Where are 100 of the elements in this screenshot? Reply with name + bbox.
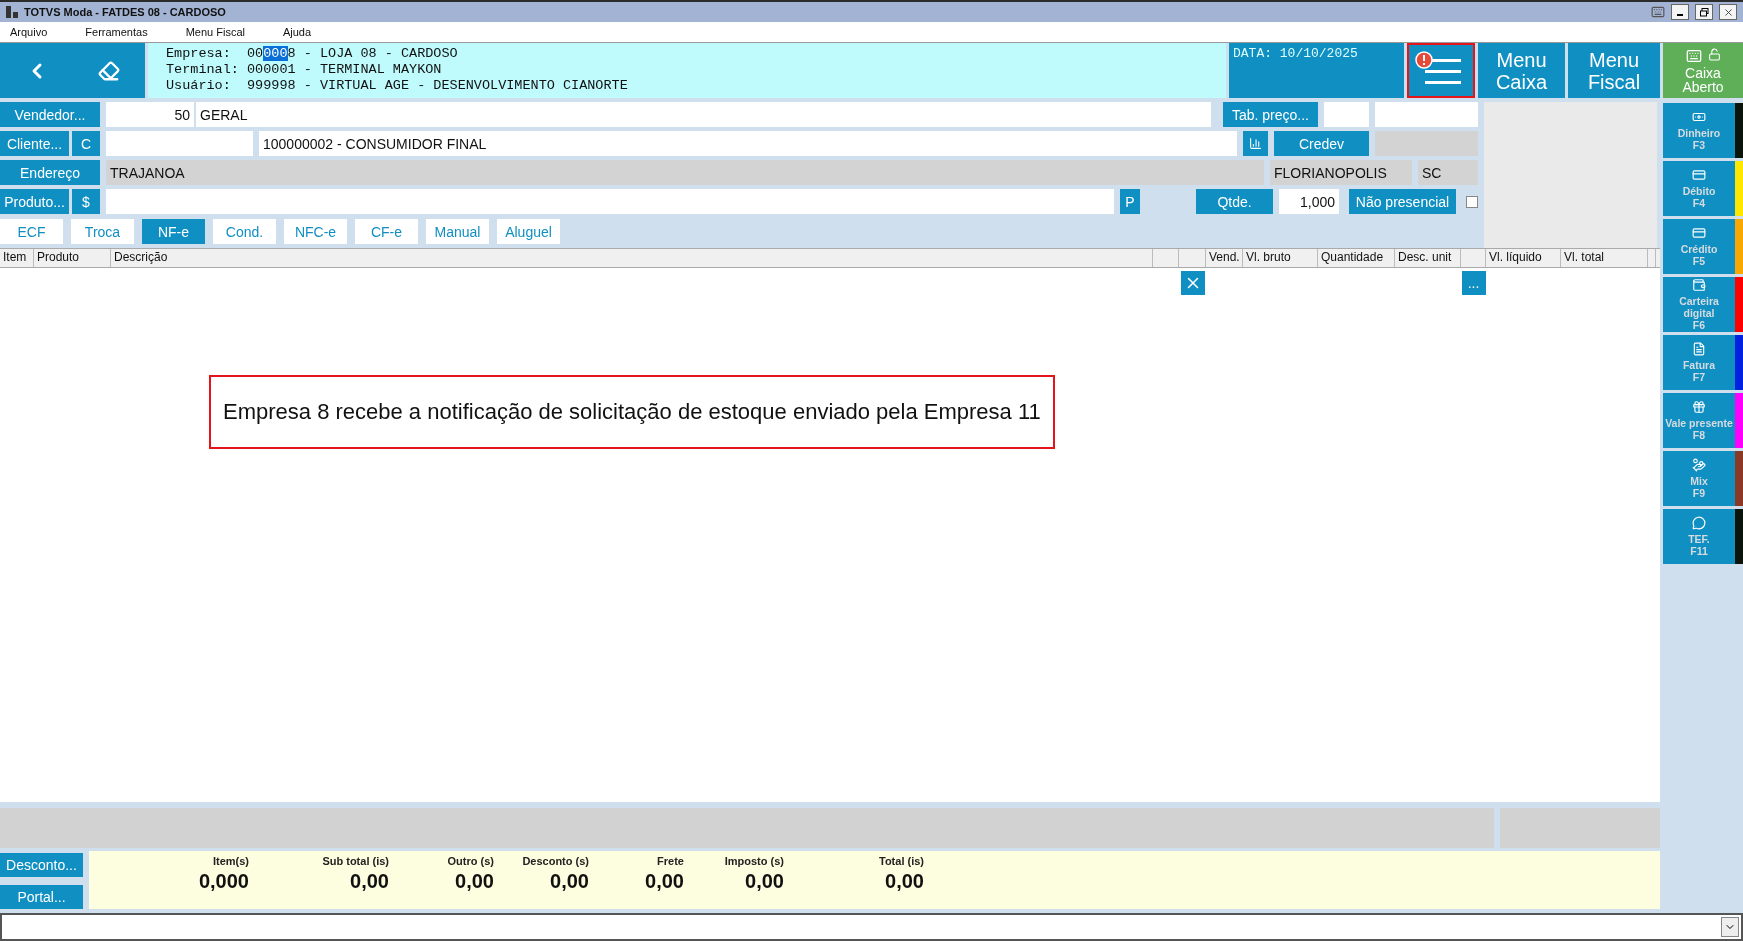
input-field[interactable] — [1375, 102, 1478, 127]
payment-button[interactable]: Crédito F5 — [1663, 219, 1743, 274]
keyboard-icon[interactable] — [1651, 5, 1665, 19]
lock-icon — [1707, 47, 1721, 61]
card-icon — [1692, 226, 1706, 240]
total-value: 0,00 — [350, 870, 389, 893]
minimize-button[interactable] — [1671, 4, 1689, 20]
total-label: Outro (s) — [447, 855, 494, 867]
payment-button[interactable]: Dinheiro F3 — [1663, 103, 1743, 158]
tab[interactable]: NFC-e — [284, 219, 347, 244]
tab[interactable]: NF-e — [142, 219, 205, 244]
payment-label: Carteira digital — [1678, 295, 1720, 319]
tab[interactable]: ECF — [0, 219, 63, 244]
total-value: 0,00 — [550, 870, 589, 893]
column-header: Descrição — [111, 249, 1153, 267]
shortcut-key: F11 — [1690, 545, 1708, 557]
payment-label: TEF. — [1688, 533, 1710, 545]
shortcut-key: F8 — [1692, 429, 1706, 441]
close-button[interactable] — [1719, 4, 1737, 20]
status-field[interactable] — [0, 913, 1743, 941]
input-field[interactable] — [1375, 131, 1478, 156]
search-button[interactable]: P — [1120, 189, 1140, 214]
app-icon — [6, 6, 18, 18]
menu-item[interactable]: Menu Fiscal — [185, 26, 245, 38]
menu-item[interactable]: Ajuda — [282, 26, 312, 38]
banknote-icon — [1692, 110, 1706, 124]
input-field[interactable]: GERAL — [196, 102, 1211, 127]
input-field[interactable]: 50 — [106, 102, 194, 127]
address-button[interactable]: Endereço — [0, 160, 100, 185]
tab[interactable]: Troca — [71, 219, 134, 244]
footer-button[interactable]: Portal... — [0, 885, 83, 909]
shortcut-key: F7 — [1692, 371, 1706, 383]
column-header: Desc. unit — [1395, 249, 1461, 267]
city-field[interactable]: FLORIANOPOLIS — [1270, 160, 1412, 185]
tab[interactable]: Aluguel — [497, 219, 560, 244]
remove-button[interactable] — [1180, 271, 1205, 295]
eraser-icon[interactable] — [98, 59, 121, 82]
footer-button[interactable]: Desconto... — [0, 853, 83, 877]
date-label: DATA: 10/10/2025 — [1229, 43, 1404, 98]
payment-button[interactable]: Vale presente F8 — [1663, 393, 1743, 448]
remote-sale-button[interactable]: Não presencial — [1349, 189, 1456, 214]
info-line: Empresa: 000008 - LOJA 08 - CARDOSO — [166, 46, 459, 62]
chart-button[interactable] — [1243, 131, 1268, 156]
street-field[interactable]: TRAJANOA — [106, 160, 1264, 185]
column-header: Produto — [34, 249, 111, 267]
total-label: Total (is) — [879, 855, 924, 867]
payment-button[interactable]: TEF. F11 — [1663, 509, 1743, 564]
payment-button[interactable]: Débito F4 — [1663, 161, 1743, 216]
price-button[interactable]: $ — [72, 189, 100, 214]
restore-button[interactable] — [1695, 4, 1713, 20]
payment-label: Crédito — [1680, 243, 1718, 255]
payment-button[interactable]: Carteira digital F6 — [1663, 277, 1743, 332]
total-label: Sub total (is) — [322, 855, 389, 867]
cliente-button[interactable]: Cliente... — [0, 131, 69, 156]
produto-button[interactable]: Produto... — [0, 189, 69, 214]
input-field[interactable] — [1324, 102, 1369, 127]
payment-label: Vale presente — [1665, 417, 1733, 429]
window-title: TOTVS Moda - FATDES 08 - CARDOSO — [24, 6, 227, 18]
tab[interactable]: Cond. — [213, 219, 276, 244]
total-label: Desconto (s) — [522, 855, 589, 867]
price-table-button[interactable]: Tab. preço... — [1223, 102, 1318, 127]
wallet-icon — [1692, 278, 1706, 292]
credev-button[interactable]: Credev — [1274, 131, 1369, 156]
menu-item[interactable]: Arquivo — [10, 26, 48, 38]
menu-button[interactable] — [1407, 43, 1475, 98]
input-field[interactable]: 100000002 - CONSUMIDOR FINAL — [259, 131, 1237, 156]
shortcut-key: F9 — [1692, 487, 1706, 499]
document-icon — [1692, 342, 1706, 356]
total-value: 0,000 — [198, 870, 249, 893]
annotation-note: Empresa 8 recebe a notificação de solicitação de estoque enviado pela Empresa 11 — [209, 375, 1055, 449]
menu-button[interactable]: Menu Fiscal — [1568, 43, 1660, 98]
tab[interactable]: CF-e — [355, 219, 418, 244]
total-value: 0,00 — [645, 870, 684, 893]
input-field[interactable] — [106, 131, 253, 156]
cash-status[interactable]: Caixa Aberto — [1663, 43, 1743, 98]
state-field[interactable]: SC — [1418, 160, 1478, 185]
column-header: Vl. líquido — [1486, 249, 1561, 267]
checkbox[interactable] — [1466, 195, 1478, 208]
payment-button[interactable]: Mix F9 — [1663, 451, 1743, 506]
chat-bubble-icon — [1692, 516, 1706, 530]
quantity-field[interactable]: 1,000 — [1279, 189, 1339, 214]
product-field[interactable] — [106, 189, 1114, 214]
menu-item[interactable]: Ferramentas — [85, 26, 148, 38]
cash-status-label: Caixa Aberto — [1681, 65, 1725, 94]
total-value: 0,00 — [455, 870, 494, 893]
total-label: Item(s) — [212, 855, 249, 867]
payment-label: Débito — [1682, 185, 1716, 197]
menu-button[interactable]: Menu Caixa — [1478, 43, 1565, 98]
more-button[interactable]: ... — [1461, 271, 1486, 295]
shortcut-key: F6 — [1692, 319, 1706, 331]
tab[interactable]: Manual — [426, 219, 489, 244]
payment-button[interactable]: Fatura F7 — [1663, 335, 1743, 390]
client-type-button[interactable]: C — [72, 131, 100, 156]
total-label: Imposto (s) — [724, 855, 784, 867]
column-header: Vl. bruto — [1243, 249, 1318, 267]
quantity-button[interactable]: Qtde. — [1196, 189, 1273, 214]
keyboard-icon — [1685, 47, 1702, 64]
card-icon — [1692, 168, 1706, 182]
hand-coins-icon — [1692, 458, 1706, 472]
vendedor-button[interactable]: Vendedor... — [0, 102, 100, 127]
